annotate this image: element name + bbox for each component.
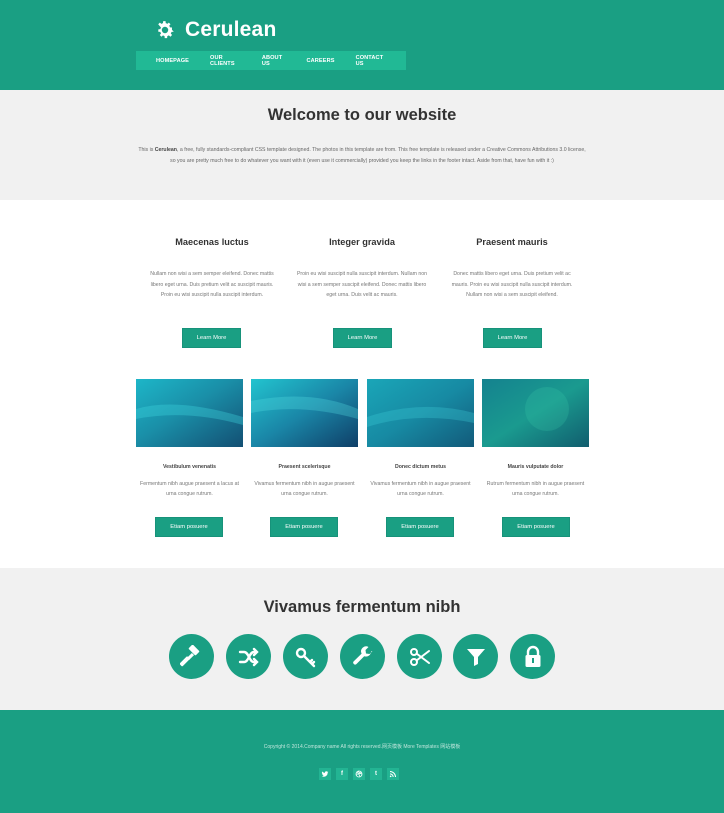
- card-image[interactable]: [251, 379, 358, 447]
- card-title: Praesent scelerisque: [278, 464, 331, 470]
- feature-text: Donec mattis libero eget urna. Duis pret…: [451, 271, 573, 299]
- feature-column: Integer gravida Proin eu wisi suscipit n…: [286, 237, 438, 301]
- site-footer: Copyright © 2014.Company name All rights…: [0, 710, 724, 813]
- dribbble-icon[interactable]: [353, 768, 365, 780]
- card-text: Fermentum nibh augue praesent a lacus at…: [140, 481, 239, 497]
- welcome-intro: This is Cerulean, a free, fully standard…: [136, 145, 588, 166]
- scissors-icon[interactable]: [397, 634, 442, 679]
- facebook-icon[interactable]: f: [336, 768, 348, 780]
- feature-title: Integer gravida: [329, 237, 395, 247]
- card-text: Vivamus fermentum nibh in augue praesent…: [254, 481, 355, 497]
- etiam-posuere-button[interactable]: Etiam posuere: [155, 517, 223, 537]
- intro-prefix: This is: [138, 147, 155, 153]
- feature-column: Maecenas luctus Nullam non wisi a sem se…: [136, 237, 288, 301]
- key-icon[interactable]: [283, 634, 328, 679]
- rss-icon[interactable]: [387, 768, 399, 780]
- learn-more-button[interactable]: Learn More: [182, 328, 241, 348]
- main-nav: HOMEPAGE OUR CLIENTS ABOUT US CAREERS CO…: [136, 51, 406, 70]
- learn-more-button[interactable]: Learn More: [333, 328, 392, 348]
- tumblr-icon[interactable]: t: [370, 768, 382, 780]
- etiam-posuere-button[interactable]: Etiam posuere: [270, 517, 338, 537]
- etiam-posuere-button[interactable]: Etiam posuere: [386, 517, 454, 537]
- logo-text: Cerulean: [185, 18, 277, 41]
- site-header: Cerulean HOMEPAGE OUR CLIENTS ABOUT US C…: [0, 0, 724, 90]
- card-image[interactable]: [482, 379, 589, 447]
- etiam-posuere-button[interactable]: Etiam posuere: [502, 517, 570, 537]
- card-title: Mauris vulputate dolor: [507, 464, 564, 470]
- gear-icon: [158, 21, 174, 39]
- logo[interactable]: Cerulean: [154, 16, 276, 44]
- services-title: Vivamus fermentum nibh: [263, 598, 461, 616]
- welcome-title: Welcome to our website: [267, 106, 457, 124]
- filter-icon[interactable]: [453, 634, 498, 679]
- feature-column: Praesent mauris Donec mattis libero eget…: [436, 237, 588, 301]
- social-links: f t: [319, 768, 404, 780]
- card-text: Vivamus fermentum nibh in augue praesent…: [370, 481, 471, 497]
- copyright-text: Copyright © 2014.Company name All rights…: [263, 744, 461, 750]
- card-image[interactable]: [367, 379, 474, 447]
- feature-title: Maecenas luctus: [175, 237, 249, 247]
- nav-homepage[interactable]: HOMEPAGE: [156, 58, 189, 64]
- intro-body: , a free, fully standards-compliant CSS …: [170, 147, 586, 164]
- intro-brand: Cerulean: [154, 147, 177, 153]
- nav-contact-us[interactable]: CONTACT US: [356, 55, 385, 67]
- twitter-icon[interactable]: [319, 768, 331, 780]
- card-image[interactable]: [136, 379, 243, 447]
- gavel-icon[interactable]: [169, 634, 214, 679]
- shuffle-icon[interactable]: [226, 634, 271, 679]
- lock-icon[interactable]: [510, 634, 555, 679]
- card-title: Donec dictum metus: [394, 464, 447, 470]
- feature-title: Praesent mauris: [476, 237, 548, 247]
- card-text: Rutrum fermentum nibh in augue praesent …: [486, 481, 585, 497]
- feature-text: Nullam non wisi a sem semper eleifend. D…: [150, 271, 274, 299]
- card-title: Vestibulum venenatis: [162, 464, 217, 470]
- nav-about-us[interactable]: ABOUT US: [262, 55, 286, 67]
- welcome-section: Welcome to our website This is Cerulean,…: [0, 90, 724, 200]
- wrench-icon[interactable]: [340, 634, 385, 679]
- feature-text: Proin eu wisi suscipit nulla suscipit in…: [296, 271, 428, 299]
- nav-careers[interactable]: CAREERS: [307, 58, 335, 64]
- nav-our-clients[interactable]: OUR CLIENTS: [210, 55, 241, 67]
- learn-more-button[interactable]: Learn More: [483, 328, 542, 348]
